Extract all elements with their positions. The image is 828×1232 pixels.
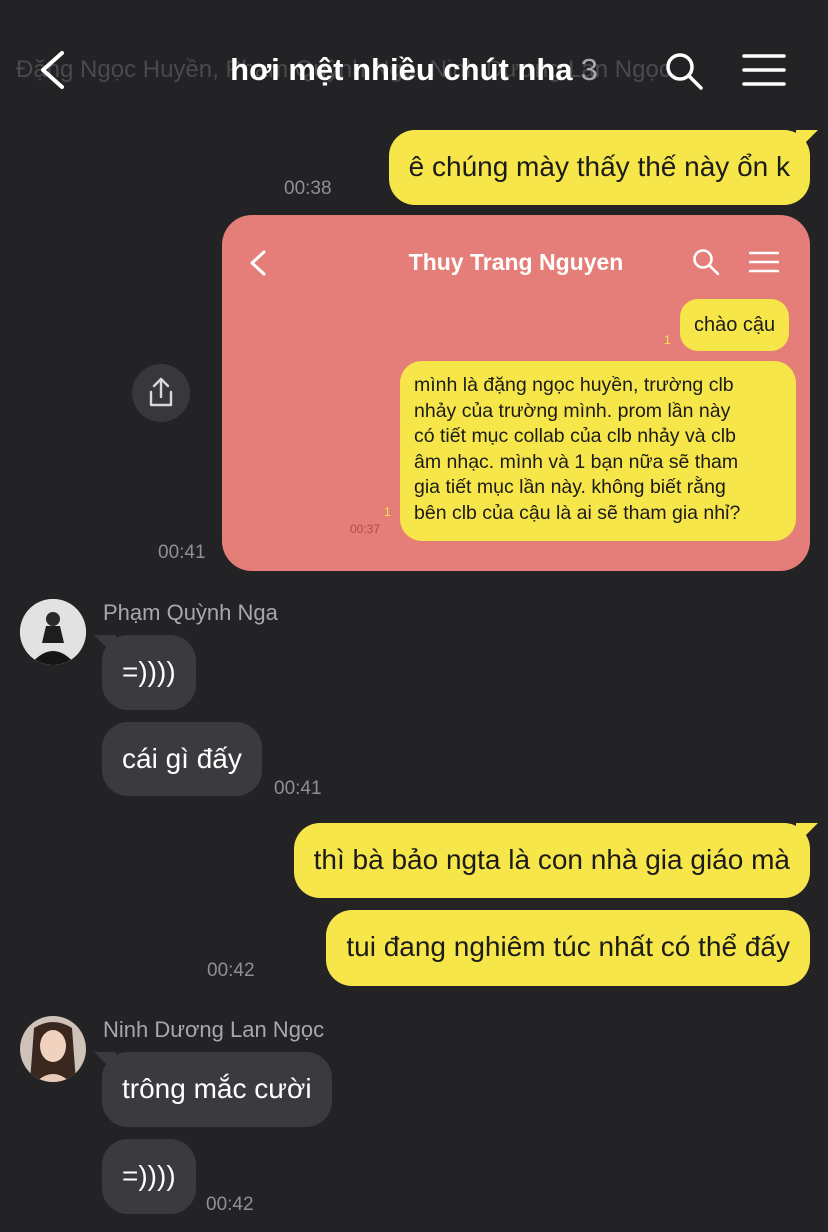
avatar[interactable] [20, 1016, 86, 1082]
screenshot-read-count: 1 [664, 333, 671, 347]
message-time: 00:38 [284, 178, 332, 199]
message-text: thì bà bảo ngta là con nhà gia giáo mà [313, 844, 790, 875]
sender-name: Ninh Dương Lan Ngọc [103, 1017, 325, 1042]
member-count: 3 [580, 52, 598, 87]
sender-name: Phạm Quỳnh Nga [103, 600, 278, 625]
message-bubble-incoming[interactable]: cái gì đấy [102, 722, 262, 796]
message-bubble-outgoing[interactable]: tui đang nghiêm túc nhất có thể đấy [326, 910, 810, 986]
menu-icon[interactable] [742, 52, 786, 88]
screenshot-line: có tiết mục collab của clb nhảy và clb [414, 425, 736, 447]
avatar-photo [20, 1016, 86, 1082]
screenshot-line: mình là đặng ngọc huyền, trường clb [414, 374, 734, 396]
screenshot-read-count: 1 [384, 505, 391, 519]
screenshot-bubble-outgoing: chào cậu [680, 299, 790, 351]
screenshot-search-icon [693, 249, 720, 276]
message-text: trông mắc cười [122, 1073, 312, 1104]
chat-title-text: hơi mệt nhiều chút nha [230, 52, 573, 87]
avatar-photo [20, 599, 86, 665]
message-time: 00:41 [158, 542, 206, 563]
message-text: =)))) [122, 1160, 176, 1191]
screenshot-message-time: 00:37 [350, 522, 381, 536]
screenshot-bubble-outgoing-long: mình là đặng ngọc huyền, trường clb nhảy… [400, 361, 796, 541]
share-button[interactable] [132, 364, 190, 422]
avatar[interactable] [20, 599, 86, 665]
screenshot-line: bên clb của cậu là ai sẽ tham gia nhỉ? [414, 501, 741, 524]
message-text: cái gì đấy [122, 743, 242, 774]
screenshot-line: nhảy của trường mình. prom lần này [414, 399, 731, 422]
share-icon [149, 377, 173, 407]
screenshot-menu-icon [749, 251, 779, 273]
message-text: =)))) [122, 656, 176, 687]
screenshot-line: âm nhạc. mình và 1 bạn nữa sẽ tham [414, 450, 739, 473]
message-bubble-incoming[interactable]: trông mắc cười [102, 1052, 332, 1127]
message-bubble-incoming[interactable]: =)))) [102, 1139, 196, 1214]
message-bubble-incoming[interactable]: =)))) [102, 635, 196, 710]
image-message-screenshot[interactable]: Thuy Trang Nguyen 1 chào cậu 1 00:37 mìn… [222, 215, 810, 571]
message-bubble-outgoing[interactable]: thì bà bảo ngta là con nhà gia giáo mà [293, 823, 810, 898]
message-bubble-outgoing[interactable]: ê chúng mày thấy thế này ổn k [388, 130, 810, 205]
message-time: 00:41 [274, 778, 322, 799]
screenshot-chat-title: Thuy Trang Nguyen [408, 249, 624, 275]
screenshot-line: gia tiết mục lần này. không biết rằng [414, 476, 726, 498]
search-icon[interactable] [664, 51, 704, 91]
message-text: ê chúng mày thấy thế này ổn k [408, 151, 790, 182]
message-time: 00:42 [206, 1194, 254, 1215]
message-text: tui đang nghiêm túc nhất có thể đấy [346, 931, 790, 962]
message-time: 00:42 [207, 960, 255, 981]
